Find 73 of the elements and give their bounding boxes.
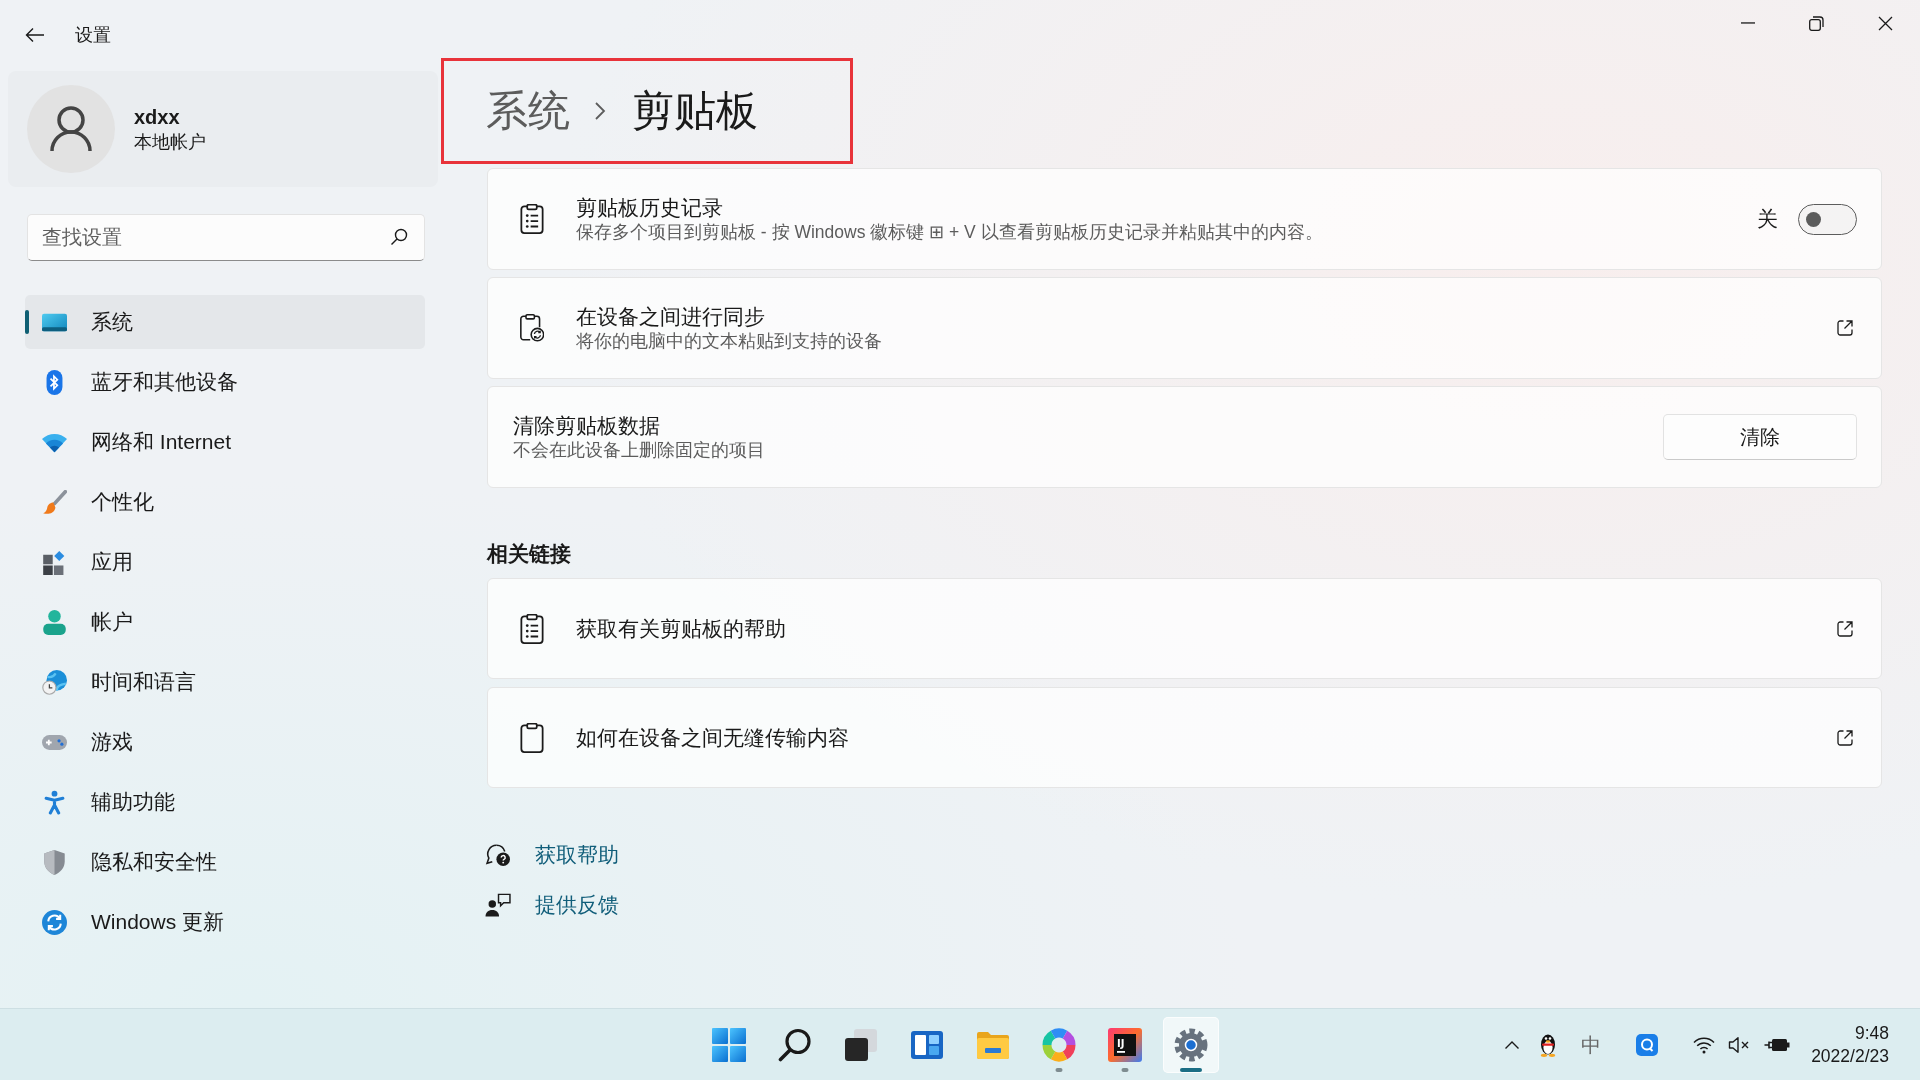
setting-title: 剪贴板历史记录	[576, 194, 723, 221]
sidebar-item[interactable]: 蓝牙和其他设备	[25, 355, 425, 409]
related-link-title: 获取有关剪贴板的帮助	[576, 615, 787, 642]
close-icon	[1878, 15, 1893, 31]
settings-button[interactable]	[1163, 1016, 1219, 1073]
search-icon	[778, 1027, 812, 1062]
setting-description: 保存多个项目到剪贴板 - 按 Windows 徽标键 ⊞ + V 以查看剪贴板历史记录并粘贴其中的内容。	[576, 220, 1323, 244]
chevron-right-icon	[594, 101, 606, 121]
toggle-state-label: 关	[1757, 206, 1778, 232]
clear-button[interactable]: 清除	[1663, 414, 1857, 460]
windows-logo-icon	[712, 1027, 746, 1062]
page-title: 剪贴板	[632, 86, 758, 136]
breadcrumb-link[interactable]: 系统	[486, 85, 570, 137]
apps-icon	[42, 549, 67, 575]
setting-title: 在设备之间进行同步	[576, 303, 765, 330]
toggle-switch[interactable]	[1798, 203, 1857, 235]
app-title: 设置	[75, 24, 111, 47]
setting-description: 将你的电脑中的文本粘贴到支持的设备	[576, 329, 882, 353]
sidebar-item[interactable]: 网络和 Internet	[25, 415, 425, 469]
sidebar-item[interactable]: 时间和语言	[25, 655, 425, 709]
ide-logo: IJ	[1108, 1027, 1142, 1062]
color-ring-icon	[1042, 1027, 1076, 1062]
sidebar-item[interactable]: 隐私和安全性	[25, 835, 425, 889]
sidebar-item[interactable]: 个性化	[25, 475, 425, 529]
search-field[interactable]: 查找设置	[27, 214, 425, 261]
help-chat-icon	[485, 843, 511, 867]
clipboard-sync-icon	[520, 313, 544, 343]
external-link-icon	[1835, 618, 1855, 639]
sidebar-item[interactable]: 辅助功能	[25, 775, 425, 829]
clipboard-list-icon	[520, 204, 544, 234]
account-card[interactable]: xdxx 本地帐户	[8, 71, 438, 187]
account-name: xdxx	[134, 105, 181, 130]
clock-time[interactable]: 9:48	[1854, 1021, 1889, 1045]
setting-title: 清除剪贴板数据	[513, 412, 660, 439]
section-heading: 相关链接	[487, 541, 571, 567]
wifi-icon[interactable]	[1693, 1035, 1716, 1054]
input-mode-indicator[interactable]: 中	[1581, 1032, 1602, 1057]
shield-icon	[42, 849, 67, 875]
clock-date[interactable]: 2022/2/23	[1811, 1044, 1889, 1068]
sync-icon	[42, 909, 67, 935]
person-icon	[42, 609, 67, 635]
search-icon[interactable]	[390, 228, 408, 246]
clipboard-icon	[520, 722, 544, 753]
paintbrush-icon	[42, 489, 67, 515]
setting-description: 不会在此设备上删除固定的项目	[513, 438, 765, 462]
gear-icon	[1174, 1027, 1208, 1062]
muted-speaker-icon[interactable]	[1728, 1035, 1751, 1054]
sidebar-item[interactable]: 游戏	[25, 715, 425, 769]
clipboard-list-icon	[520, 613, 544, 644]
related-link-card[interactable]: 如何在设备之间无缝传输内容	[487, 687, 1882, 788]
back-arrow-icon	[25, 27, 45, 43]
external-link-icon	[1835, 318, 1855, 338]
setting-link-card[interactable]: 在设备之间进行同步 将你的电脑中的文本粘贴到支持的设备	[487, 277, 1882, 379]
task-view-icon	[844, 1027, 878, 1062]
accessibility-icon	[42, 789, 67, 815]
related-link-title: 如何在设备之间无缝传输内容	[576, 724, 850, 751]
help-link[interactable]: 提供反馈	[535, 891, 619, 919]
feedback-icon	[485, 893, 511, 917]
ide-button[interactable]: IJ	[1097, 1016, 1153, 1073]
sidebar-item[interactable]: 帐户	[25, 595, 425, 649]
account-type: 本地帐户	[134, 131, 206, 154]
sidebar-item[interactable]: 应用	[25, 535, 425, 589]
minimize-icon	[1740, 22, 1755, 24]
restore-icon	[1809, 15, 1824, 31]
avatar-icon	[27, 85, 115, 173]
sidebar-item[interactable]: Windows 更新	[25, 895, 425, 949]
external-link-icon	[1835, 727, 1855, 748]
chevron-up-icon[interactable]	[1504, 1039, 1521, 1050]
help-link[interactable]: 获取帮助	[535, 841, 619, 869]
tray-app-icon[interactable]	[1636, 1033, 1659, 1056]
related-link-card[interactable]: 获取有关剪贴板的帮助	[487, 578, 1882, 679]
sidebar-item[interactable]: 系统	[25, 295, 425, 349]
globe-clock-icon	[42, 669, 67, 695]
